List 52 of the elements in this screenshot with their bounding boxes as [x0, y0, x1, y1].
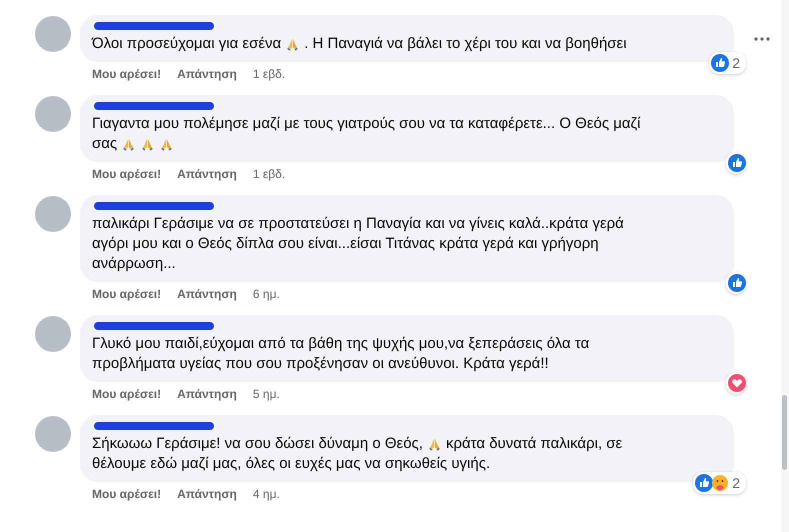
praying-hands-icon: [140, 136, 156, 152]
comment-action-link[interactable]: Απάντηση: [177, 167, 237, 183]
comment-time[interactable]: 6 ημ.: [252, 287, 280, 303]
comment-text: αγόρι μου και ο Θεός δίπλα σου είναι...είσαι Τιτάνας κράτα γερά και γρήγορη: [92, 234, 599, 254]
avatar[interactable]: [35, 416, 71, 452]
comment-text: Σήκωωω Γεράσιμε! να σου δώσει δύναμη ο Θεός,: [92, 434, 423, 454]
comment-action-link[interactable]: Μου αρέσει!: [92, 487, 162, 503]
thumbs-up-icon: [711, 54, 730, 72]
comment-action-link[interactable]: Μου αρέσει!: [92, 67, 162, 83]
avatar[interactable]: [35, 16, 71, 52]
praying-hands-icon: [159, 136, 174, 152]
more-options-icon[interactable]: [754, 36, 770, 40]
comment-time[interactable]: 1 εβδ.: [252, 167, 286, 183]
praying-hands-icon: [121, 136, 136, 152]
comment-action-link[interactable]: Απάντηση: [177, 67, 237, 83]
thumbs-up-icon: [728, 154, 746, 172]
comment-action-link[interactable]: Μου αρέσει!: [92, 387, 162, 403]
comment-text: θέλουμε εδώ μαζί μας, όλες οι ευχές μας να σηκωθείς υγιής.: [92, 454, 490, 474]
comment-time[interactable]: 1 εβδ.: [252, 67, 286, 83]
reaction-count: 2: [731, 55, 741, 71]
praying-hands-icon: [285, 36, 300, 52]
comment-text: σας: [92, 134, 118, 154]
hugging-face-icon: [711, 474, 730, 492]
comment-action-link[interactable]: Απάντηση: [177, 387, 237, 403]
reaction-summary[interactable]: 2: [693, 472, 746, 494]
comment-action-link[interactable]: Απάντηση: [177, 487, 237, 503]
reaction-summary[interactable]: [726, 152, 746, 174]
avatar[interactable]: [35, 316, 71, 352]
reaction-summary[interactable]: 2: [709, 52, 746, 74]
thumbs-up-icon: [728, 274, 746, 292]
reaction-count: 2: [731, 475, 741, 491]
comment-text: ανάρρωση...: [92, 254, 176, 274]
comment-action-link[interactable]: Απάντηση: [177, 287, 237, 303]
reaction-summary[interactable]: [726, 372, 746, 394]
comment-time[interactable]: 4 ημ.: [252, 487, 280, 503]
comment-action-link[interactable]: Μου αρέσει!: [92, 167, 162, 183]
reaction-summary[interactable]: [726, 272, 746, 294]
comment-text: Γλυκό μου παιδί,εύχομαι από τα βάθη της ψυχής μου,να ξεπεράσεις όλα τα: [92, 334, 590, 354]
comment-text: Όλοι προσεύχομαι για εσένα: [92, 34, 282, 54]
comment-action-link[interactable]: Μου αρέσει!: [92, 287, 162, 303]
thumbs-up-icon: [695, 474, 714, 492]
comment-text: παλικάρι Γεράσιμε να σε προστατεύσει η Παναγία και να γίνεις καλά..κράτα γερά: [92, 214, 624, 234]
praying-hands-icon: [426, 436, 442, 452]
comment-text: προβλήματα υγείας που σου προξένησαν οι ανεύθυνοι. Κράτα γερά!!: [92, 354, 549, 374]
comment-time[interactable]: 5 ημ.: [252, 387, 280, 403]
scrollbar-thumb[interactable]: [782, 395, 787, 470]
avatar[interactable]: [35, 96, 71, 132]
comment-text: κράτα δυνατά παλικάρι, σε: [446, 434, 622, 454]
comment-text: Γιαγαντα μου πολέμησε μαζί με τους γιατρούς σου να τα καταφέρετε... Ο Θεός μαζί: [92, 114, 641, 134]
scrollbar[interactable]: [781, 0, 789, 532]
comment-text: . Η Παναγιά να βάλει το χέρι του και να βοηθήσει: [304, 34, 627, 54]
avatar[interactable]: [35, 196, 71, 232]
